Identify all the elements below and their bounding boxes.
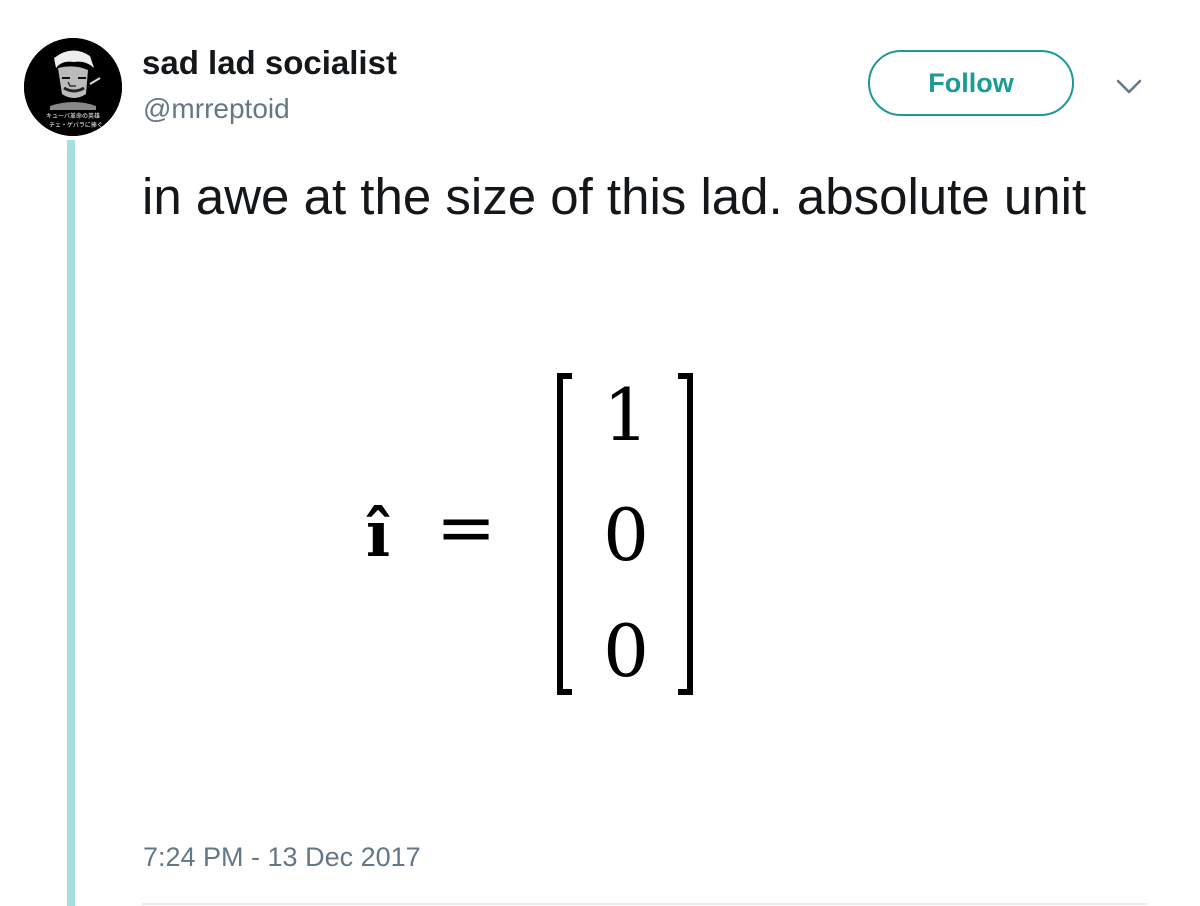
i-hat-symbol: î (366, 497, 390, 572)
display-name[interactable]: sad lad socialist (142, 44, 397, 82)
left-bracket (557, 373, 572, 695)
avatar-image: キューバ革命の英雄 チェ・ゲバラに捧ぐ (24, 38, 122, 136)
vector-entry-3: 0 (603, 609, 649, 693)
thread-line (67, 140, 75, 906)
avatar-caption-2: チェ・ゲバラに捧ぐ (49, 121, 103, 129)
right-bracket (678, 373, 693, 695)
tweet-text: in awe at the size of this lad. absolute… (142, 168, 1087, 225)
tweet-media[interactable]: î = 1 0 0 (340, 360, 760, 710)
divider (142, 903, 1147, 905)
user-handle[interactable]: @mrreptoid (143, 93, 290, 125)
equals-symbol: = (436, 485, 496, 569)
avatar-caption-1: キューバ革命の英雄 (46, 112, 100, 120)
chevron-down-icon[interactable] (1114, 74, 1144, 98)
follow-button[interactable]: Follow (868, 50, 1074, 116)
avatar[interactable]: キューバ革命の英雄 チェ・ゲバラに捧ぐ (24, 38, 122, 136)
vector-entry-2: 0 (603, 493, 649, 577)
vector-entry-1: 1 (603, 373, 649, 457)
tweet-timestamp[interactable]: 7:24 PM - 13 Dec 2017 (143, 842, 421, 873)
unit-vector-image: î = 1 0 0 (366, 373, 693, 695)
